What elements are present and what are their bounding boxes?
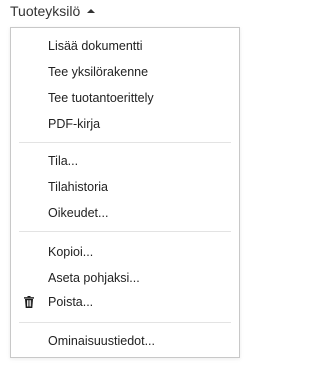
menu-item-tilahistoria[interactable]: Tilahistoria bbox=[11, 175, 239, 199]
menu-item-label: PDF-kirja bbox=[48, 117, 101, 131]
menu-button-label: Tuoteyksilö bbox=[10, 3, 81, 19]
menu-item-kopioi[interactable]: Kopioi... bbox=[11, 240, 239, 264]
menu-item-pdf-kirja[interactable]: PDF-kirja bbox=[11, 112, 239, 136]
menu-divider bbox=[19, 142, 231, 143]
menu-item-label: Poista... bbox=[48, 295, 94, 309]
menu-item-label: Aseta pohjaksi... bbox=[48, 271, 140, 285]
menu-divider bbox=[19, 231, 231, 232]
trash-icon bbox=[24, 296, 34, 308]
menu-item-lisaa-dokumentti[interactable]: Lisää dokumentti bbox=[11, 34, 239, 58]
dropdown-menu: Lisää dokumentti Tee yksilörakenne Tee t… bbox=[10, 27, 240, 358]
menu-item-label: Tee tuotantoerittely bbox=[48, 91, 154, 105]
menu-item-label: Kopioi... bbox=[48, 245, 94, 259]
menu-item-label: Ominaisuustiedot... bbox=[48, 334, 155, 348]
menu-item-ominaisuustiedot[interactable]: Ominaisuustiedot... bbox=[11, 329, 239, 353]
menu-item-label: Tila... bbox=[48, 154, 79, 168]
menu-item-aseta-pohjaksi[interactable]: Aseta pohjaksi... bbox=[11, 266, 239, 290]
menu-item-label: Tee yksilörakenne bbox=[48, 65, 149, 79]
menu-item-label: Oikeudet... bbox=[48, 206, 109, 220]
menu-item-tila[interactable]: Tila... bbox=[11, 149, 239, 173]
menu-item-label: Lisää dokumentti bbox=[48, 39, 143, 53]
menu-item-poista[interactable]: Poista... bbox=[11, 290, 239, 314]
menu-item-tee-yksilorakenne[interactable]: Tee yksilörakenne bbox=[11, 60, 239, 84]
menu-root: Tuoteyksilö Lisää dokumentti Tee yksilör… bbox=[0, 0, 248, 365]
menu-item-tee-tuotantoerittely[interactable]: Tee tuotantoerittely bbox=[11, 86, 239, 110]
tuoteyksilo-menu-button[interactable]: Tuoteyksilö bbox=[10, 2, 96, 20]
menu-item-oikeudet[interactable]: Oikeudet... bbox=[11, 201, 239, 225]
caret-up-icon bbox=[87, 8, 96, 13]
menu-item-label: Tilahistoria bbox=[48, 180, 108, 194]
menu-divider bbox=[19, 322, 231, 323]
